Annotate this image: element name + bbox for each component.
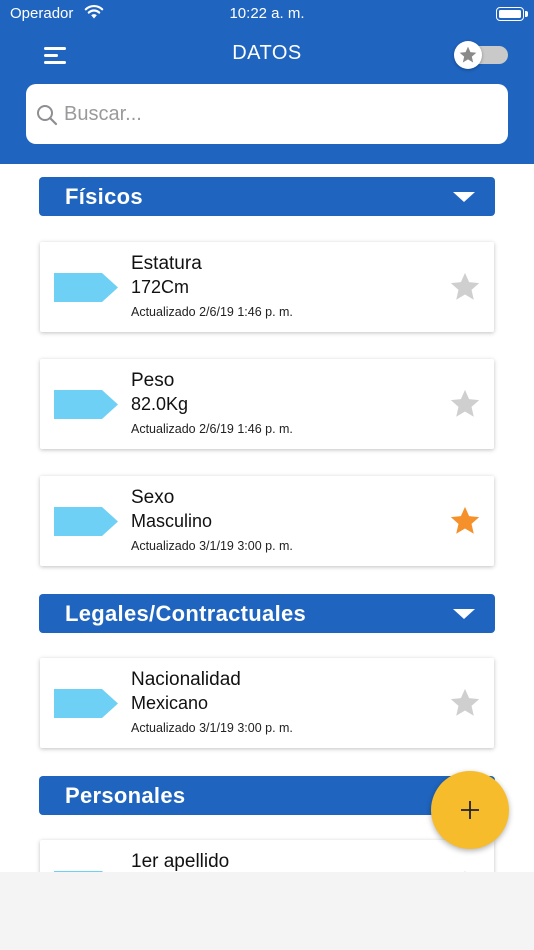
plus-icon (461, 801, 479, 819)
search-input[interactable] (64, 98, 494, 130)
battery-tip (525, 11, 528, 17)
add-button[interactable] (431, 771, 509, 849)
item-updated: Actualizado 2/6/19 1:46 p. m. (131, 305, 293, 319)
item-name: 1er apellido (131, 851, 230, 872)
section-title: Personales (65, 783, 186, 808)
favorites-toggle[interactable] (454, 41, 508, 69)
section-header-fisicos[interactable]: Físicos (39, 177, 495, 216)
list-item[interactable]: Peso 82.0Kg Actualizado 2/6/19 1:46 p. m… (40, 359, 494, 449)
item-name: Sexo (131, 487, 175, 508)
item-value: Masculino (131, 511, 213, 531)
star-icon[interactable] (448, 686, 482, 720)
section-title: Legales/Contractuales (65, 601, 307, 626)
item-updated: Actualizado 3/1/19 3:00 p. m. (131, 721, 293, 735)
star-icon[interactable] (448, 387, 482, 421)
top-bar: Operador 10:22 a. m. DATOS (0, 0, 534, 164)
search-icon (36, 104, 58, 131)
star-icon[interactable] (448, 270, 482, 304)
item-name: Estatura (131, 253, 202, 274)
item-name: Nacionalidad (131, 669, 241, 690)
item-name: Peso (131, 370, 175, 391)
status-bar: Operador 10:22 a. m. (0, 0, 534, 30)
tag-icon (54, 507, 118, 536)
item-value: 82.0Kg (131, 394, 189, 414)
list-item[interactable]: Nacionalidad Mexicano Actualizado 3/1/19… (40, 658, 494, 748)
status-time: 10:22 a. m. (229, 5, 305, 22)
tag-icon (54, 273, 118, 302)
tag-icon (54, 689, 118, 718)
list-item[interactable]: 1er apellido (40, 840, 494, 872)
chevron-down-icon (453, 609, 475, 619)
section-header-personales[interactable]: Personales (39, 776, 495, 815)
chevron-down-icon (453, 192, 475, 202)
item-value: Mexicano (131, 693, 209, 713)
search-bar[interactable] (26, 84, 508, 144)
section-title: Físicos (65, 184, 143, 209)
item-value: 172Cm (131, 277, 190, 297)
bottom-area (0, 872, 534, 950)
star-icon[interactable] (448, 504, 482, 538)
list-item[interactable]: Estatura 172Cm Actualizado 2/6/19 1:46 p… (40, 242, 494, 332)
tag-icon (54, 390, 118, 419)
section-header-legales[interactable]: Legales/Contractuales (39, 594, 495, 633)
toggle-knob (454, 41, 482, 69)
star-icon (459, 46, 477, 63)
data-list[interactable]: Físicos Estatura 172Cm Actualizado 2/6/1… (0, 164, 534, 872)
item-updated: Actualizado 3/1/19 3:00 p. m. (131, 539, 293, 553)
battery-icon (496, 7, 524, 21)
list-item[interactable]: Sexo Masculino Actualizado 3/1/19 3:00 p… (40, 476, 494, 566)
item-updated: Actualizado 2/6/19 1:46 p. m. (131, 422, 293, 436)
